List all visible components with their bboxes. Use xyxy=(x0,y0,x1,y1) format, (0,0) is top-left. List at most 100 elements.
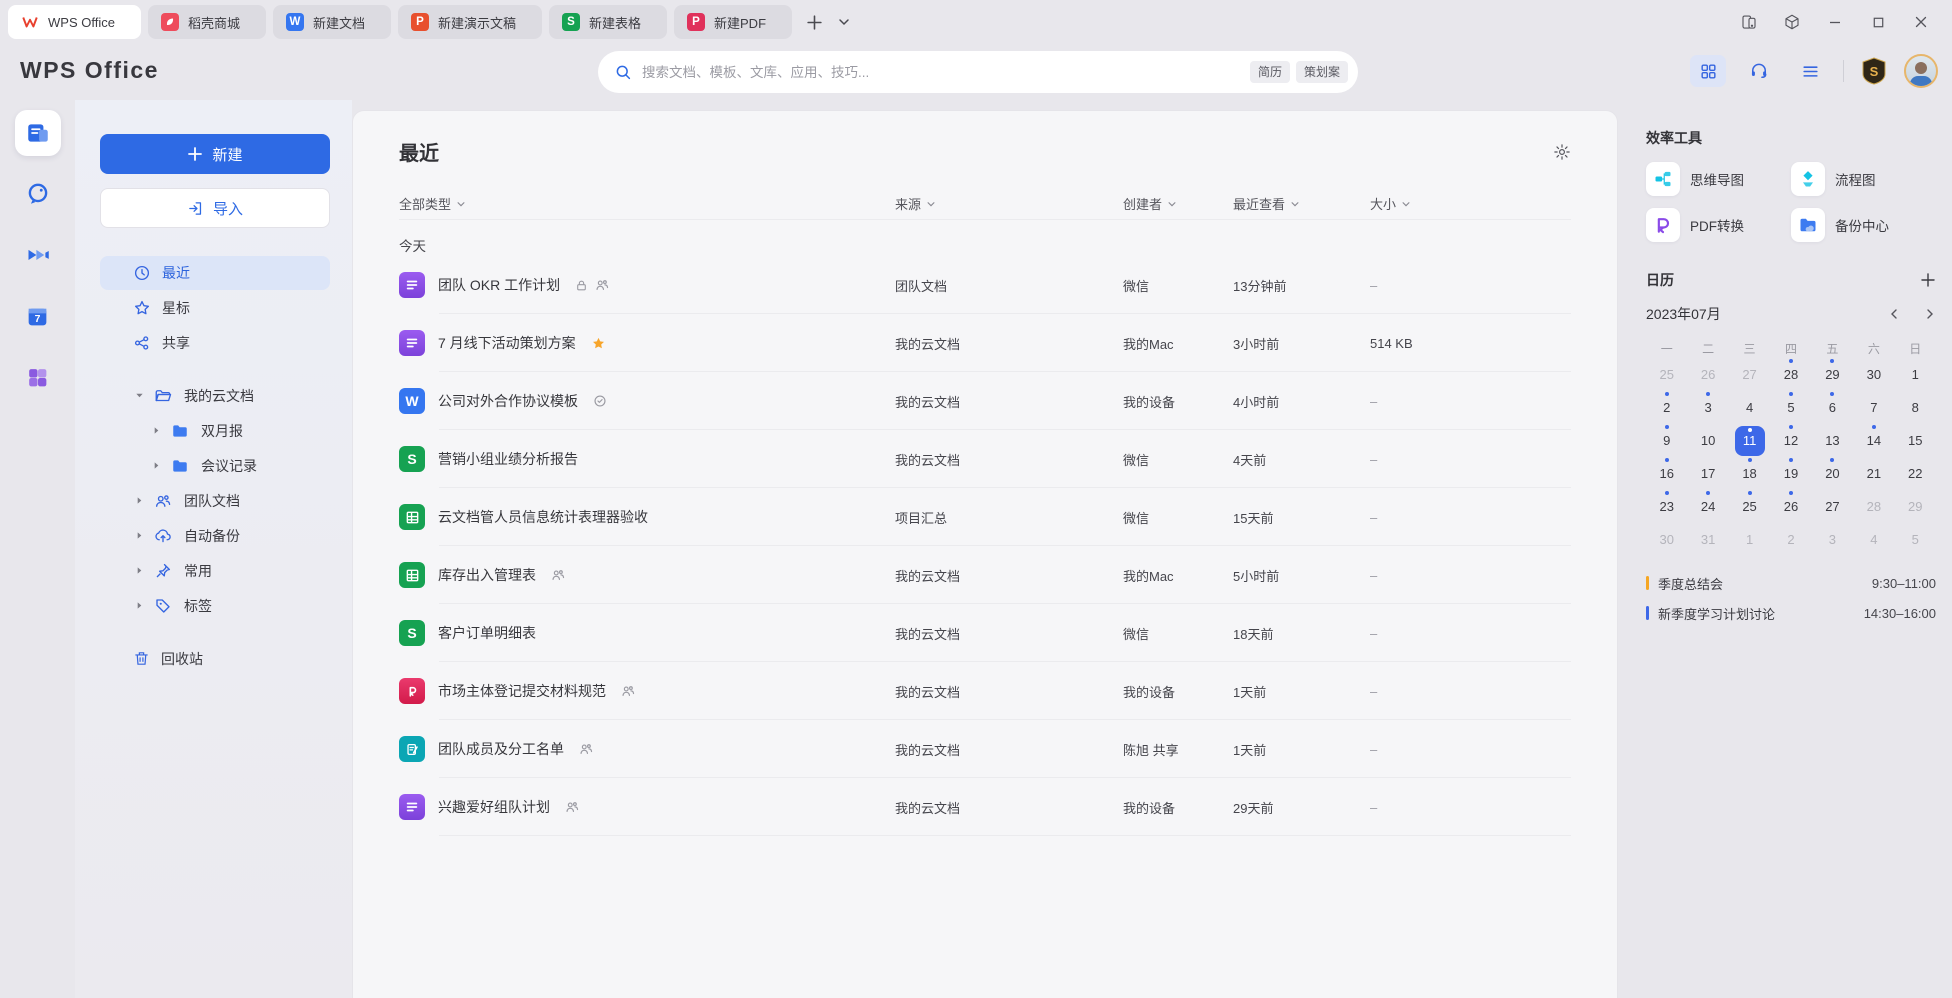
calendar-day[interactable]: 7 xyxy=(1853,391,1894,424)
calendar-day[interactable]: 10 xyxy=(1687,424,1728,457)
calendar-day[interactable]: 21 xyxy=(1853,457,1894,490)
calendar-day[interactable]: 4 xyxy=(1853,523,1894,556)
headset-icon[interactable] xyxy=(1741,55,1777,87)
calendar-day[interactable]: 12 xyxy=(1770,424,1811,457)
menu-icon[interactable] xyxy=(1792,55,1828,87)
calendar-event[interactable]: 新季度学习计划讨论14:30–16:00 xyxy=(1646,598,1936,628)
search-tag[interactable]: 策划案 xyxy=(1296,61,1348,83)
search-bar[interactable]: 简历策划案 xyxy=(598,51,1358,93)
calendar-day[interactable]: 2 xyxy=(1646,391,1687,424)
file-row[interactable]: 云文档管人员信息统计表理器验收项目汇总微信15天前– xyxy=(399,488,1571,546)
calendar-day[interactable]: 4 xyxy=(1729,391,1770,424)
file-row[interactable]: 市场主体登记提交材料规范我的云文档我的设备1天前– xyxy=(399,662,1571,720)
tool-PDF转换[interactable]: PDF转换 xyxy=(1646,208,1791,242)
calendar-day[interactable]: 25 xyxy=(1729,490,1770,523)
filter-最近查看[interactable]: 最近查看 xyxy=(1233,194,1370,213)
tree-item-标签[interactable]: 标签 xyxy=(100,588,330,623)
tab-list-chevron-icon[interactable] xyxy=(829,7,859,37)
calendar-day[interactable]: 30 xyxy=(1646,523,1687,556)
calendar-day[interactable]: 23 xyxy=(1646,490,1687,523)
calendar-next-icon[interactable] xyxy=(1924,308,1936,320)
calendar-event[interactable]: 季度总结会9:30–11:00 xyxy=(1646,568,1936,598)
calendar-day[interactable]: 24 xyxy=(1687,490,1728,523)
file-row[interactable]: 团队 OKR 工作计划团队文档微信13分钟前– xyxy=(399,256,1571,314)
minimize-icon[interactable] xyxy=(1818,7,1852,37)
calendar-day[interactable]: 22 xyxy=(1895,457,1936,490)
search-input[interactable] xyxy=(642,65,1244,80)
settings-gear-icon[interactable] xyxy=(1553,143,1571,161)
file-row[interactable]: 库存出入管理表我的云文档我的Mac5小时前– xyxy=(399,546,1571,604)
sidebar-item-共享[interactable]: 共享 xyxy=(100,326,330,360)
rail-item-chat[interactable] xyxy=(15,171,61,217)
calendar-day[interactable]: 27 xyxy=(1812,490,1853,523)
file-row[interactable]: 7 月线下活动策划方案我的云文档我的Mac3小时前514 KB xyxy=(399,314,1571,372)
caret-right-icon[interactable] xyxy=(133,601,145,610)
tree-item-双月报[interactable]: 双月报 xyxy=(100,413,330,448)
app-tab[interactable]: 稻壳商城 xyxy=(148,5,266,39)
calendar-day[interactable]: 31 xyxy=(1687,523,1728,556)
filter-大小[interactable]: 大小 xyxy=(1370,194,1571,213)
calendar-day[interactable]: 25 xyxy=(1646,358,1687,391)
rail-item-calendar-app[interactable]: 7 xyxy=(15,293,61,339)
tree-item-团队文档[interactable]: 团队文档 xyxy=(100,483,330,518)
calendar-day[interactable]: 9 xyxy=(1646,424,1687,457)
calendar-day[interactable]: 15 xyxy=(1895,424,1936,457)
add-event-icon[interactable] xyxy=(1920,272,1936,288)
file-row[interactable]: 兴趣爱好组队计划我的云文档我的设备29天前– xyxy=(399,778,1571,836)
mobile-sync-icon[interactable] xyxy=(1732,7,1766,37)
app-tab[interactable]: S新建表格 xyxy=(549,5,667,39)
workspace-cube-icon[interactable] xyxy=(1775,7,1809,37)
search-tag[interactable]: 简历 xyxy=(1250,61,1290,83)
caret-right-icon[interactable] xyxy=(133,566,145,575)
calendar-day[interactable]: 8 xyxy=(1895,391,1936,424)
tool-备份中心[interactable]: 备份中心 xyxy=(1791,208,1936,242)
file-row[interactable]: 团队成员及分工名单我的云文档陈旭 共享1天前– xyxy=(399,720,1571,778)
app-tab[interactable]: WPS Office xyxy=(8,5,141,39)
calendar-day[interactable]: 30 xyxy=(1853,358,1894,391)
calendar-day[interactable]: 27 xyxy=(1729,358,1770,391)
tree-item-我的云文档[interactable]: 我的云文档 xyxy=(100,378,330,413)
calendar-day[interactable]: 26 xyxy=(1770,490,1811,523)
caret-right-icon[interactable] xyxy=(133,531,145,540)
new-document-button[interactable]: 新建 xyxy=(100,134,330,174)
sidebar-item-trash[interactable]: 回收站 xyxy=(100,641,330,676)
caret-right-icon[interactable] xyxy=(150,426,162,435)
tree-item-常用[interactable]: 常用 xyxy=(100,553,330,588)
vip-badge-icon[interactable]: S xyxy=(1859,55,1889,87)
file-row[interactable]: S营销小组业绩分析报告我的云文档微信4天前– xyxy=(399,430,1571,488)
sidebar-item-最近[interactable]: 最近 xyxy=(100,256,330,290)
calendar-day[interactable]: 13 xyxy=(1812,424,1853,457)
calendar-day[interactable]: 18 xyxy=(1729,457,1770,490)
file-row[interactable]: S客户订单明细表我的云文档微信18天前– xyxy=(399,604,1571,662)
app-tab[interactable]: P新建PDF xyxy=(674,5,792,39)
import-button[interactable]: 导入 xyxy=(100,188,330,228)
calendar-day[interactable]: 28 xyxy=(1853,490,1894,523)
add-tab-icon[interactable] xyxy=(799,7,829,37)
tree-item-自动备份[interactable]: 自动备份 xyxy=(100,518,330,553)
caret-right-icon[interactable] xyxy=(150,461,162,470)
filter-来源[interactable]: 来源 xyxy=(895,194,1123,213)
calendar-day[interactable]: 17 xyxy=(1687,457,1728,490)
calendar-day[interactable]: 26 xyxy=(1687,358,1728,391)
file-row[interactable]: W公司对外合作协议模板我的云文档我的设备4小时前– xyxy=(399,372,1571,430)
calendar-day[interactable]: 28 xyxy=(1770,358,1811,391)
calendar-day[interactable]: 3 xyxy=(1812,523,1853,556)
calendar-prev-icon[interactable] xyxy=(1888,308,1900,320)
rail-item-apps-purple[interactable] xyxy=(15,354,61,400)
calendar-day[interactable]: 3 xyxy=(1687,391,1728,424)
calendar-day[interactable]: 11 xyxy=(1729,424,1770,457)
calendar-day[interactable]: 2 xyxy=(1770,523,1811,556)
sidebar-item-星标[interactable]: 星标 xyxy=(100,291,330,325)
calendar-day[interactable]: 29 xyxy=(1895,490,1936,523)
calendar-day[interactable]: 1 xyxy=(1729,523,1770,556)
filter-创建者[interactable]: 创建者 xyxy=(1123,194,1233,213)
maximize-icon[interactable] xyxy=(1861,7,1895,37)
calendar-day[interactable]: 29 xyxy=(1812,358,1853,391)
caret-down-icon[interactable] xyxy=(133,391,145,400)
filter-全部类型[interactable]: 全部类型 xyxy=(399,194,895,213)
apps-grid-icon[interactable] xyxy=(1690,55,1726,87)
tool-思维导图[interactable]: 思维导图 xyxy=(1646,162,1791,196)
calendar-day[interactable]: 5 xyxy=(1895,523,1936,556)
calendar-day[interactable]: 16 xyxy=(1646,457,1687,490)
calendar-day[interactable]: 6 xyxy=(1812,391,1853,424)
